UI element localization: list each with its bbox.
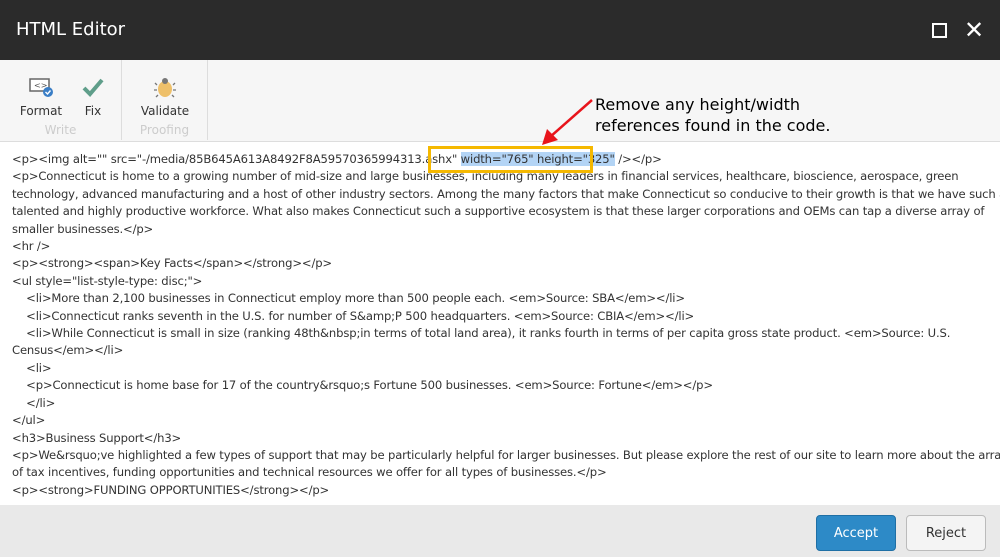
code-line: <p>Connecticut is home base for 17 of th… xyxy=(12,378,713,393)
arrow-icon xyxy=(542,99,593,145)
code-line: of tax incentives, funding opportunities… xyxy=(12,465,607,480)
code-line: </ul> xyxy=(12,413,46,428)
code-line: technology, advanced manufacturing and a… xyxy=(12,186,1000,201)
code-line: <hr /> xyxy=(12,239,51,254)
toolbar: <> Format Fix Write Validate Proofing xyxy=(0,60,1000,142)
code-line: <p><strong>FUNDING OPPORTUNITIES</strong… xyxy=(12,482,330,497)
html-code-editor[interactable]: <p><img alt="" src="-/media/85B645A613A8… xyxy=(0,142,1000,505)
group-write: <> Format Fix Write xyxy=(0,60,122,140)
fix-label: Fix xyxy=(84,104,102,118)
code-line: <h3>Business Support</h3> xyxy=(12,430,182,445)
reject-button[interactable]: Reject xyxy=(906,515,986,551)
code-line: talented and highly productive workforce… xyxy=(12,204,985,219)
annotation-note: Remove any height/width references found… xyxy=(595,94,830,136)
code-line: <p><strong><span>Key Facts</span></stron… xyxy=(12,256,332,271)
accept-button[interactable]: Accept xyxy=(816,515,896,551)
code-text: /></p> xyxy=(614,152,662,166)
code-line: <p>We&rsquo;ve highlighted a few types o… xyxy=(12,447,1000,462)
format-button[interactable]: <> Format xyxy=(18,74,64,118)
annotation-line: references found in the code. xyxy=(595,116,831,135)
validate-button[interactable]: Validate xyxy=(140,74,190,118)
group-label-write: Write xyxy=(44,123,77,137)
group-label-proofing: Proofing xyxy=(139,123,190,137)
code-line: smaller businesses.</p> xyxy=(12,221,154,236)
code-line: </li> xyxy=(12,395,56,410)
checkmark-icon xyxy=(78,74,108,100)
format-code-icon: <> xyxy=(18,74,64,100)
format-label: Format xyxy=(19,104,63,118)
code-line: <ul style="list-style-type: disc;"> xyxy=(12,273,203,288)
code-line: <li>While Connecticut is small in size (… xyxy=(12,326,951,341)
close-icon[interactable]: ✕ xyxy=(964,18,984,42)
code-text: <p><img alt="" src="-/media/85B645A613A8… xyxy=(12,152,461,166)
code-line: <li>More than 2,100 businesses in Connec… xyxy=(12,291,685,306)
group-proofing: Validate Proofing xyxy=(122,60,208,140)
window-title: HTML Editor xyxy=(16,19,126,40)
code-line: <li>Connecticut ranks seventh in the U.S… xyxy=(12,308,695,323)
code-line: Census</em></li> xyxy=(12,343,124,358)
footer: Accept Reject xyxy=(0,505,1000,557)
fix-button[interactable]: Fix xyxy=(78,74,108,118)
title-bar: HTML Editor ✕ xyxy=(0,0,1000,60)
validate-label: Validate xyxy=(140,104,190,118)
annotation-line: Remove any height/width xyxy=(595,95,801,114)
maximize-icon[interactable] xyxy=(932,23,947,38)
bug-icon xyxy=(140,74,190,100)
code-line: <li> xyxy=(12,360,52,375)
